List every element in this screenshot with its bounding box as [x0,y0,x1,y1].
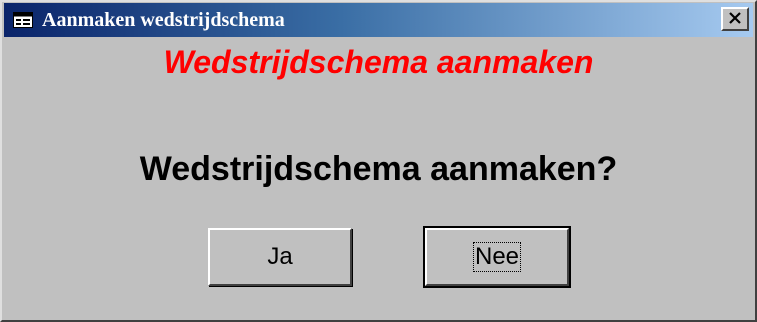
confirmation-question: Wedstrijdschema aanmaken? [139,150,618,188]
no-button[interactable]: Nee [423,226,571,288]
close-icon [729,10,741,28]
dialog-window: Aanmaken wedstrijdschema Wedstrijdschema… [0,0,757,322]
dialog-heading: Wedstrijdschema aanmaken [163,44,594,80]
no-button-label: Nee [472,242,522,272]
yes-button-label: Ja [267,243,293,270]
close-button[interactable] [721,7,749,31]
yes-button[interactable]: Ja [208,228,352,286]
window-title: Aanmaken wedstrijdschema [42,8,285,31]
form-icon [12,11,34,29]
title-bar[interactable]: Aanmaken wedstrijdschema [4,3,753,37]
